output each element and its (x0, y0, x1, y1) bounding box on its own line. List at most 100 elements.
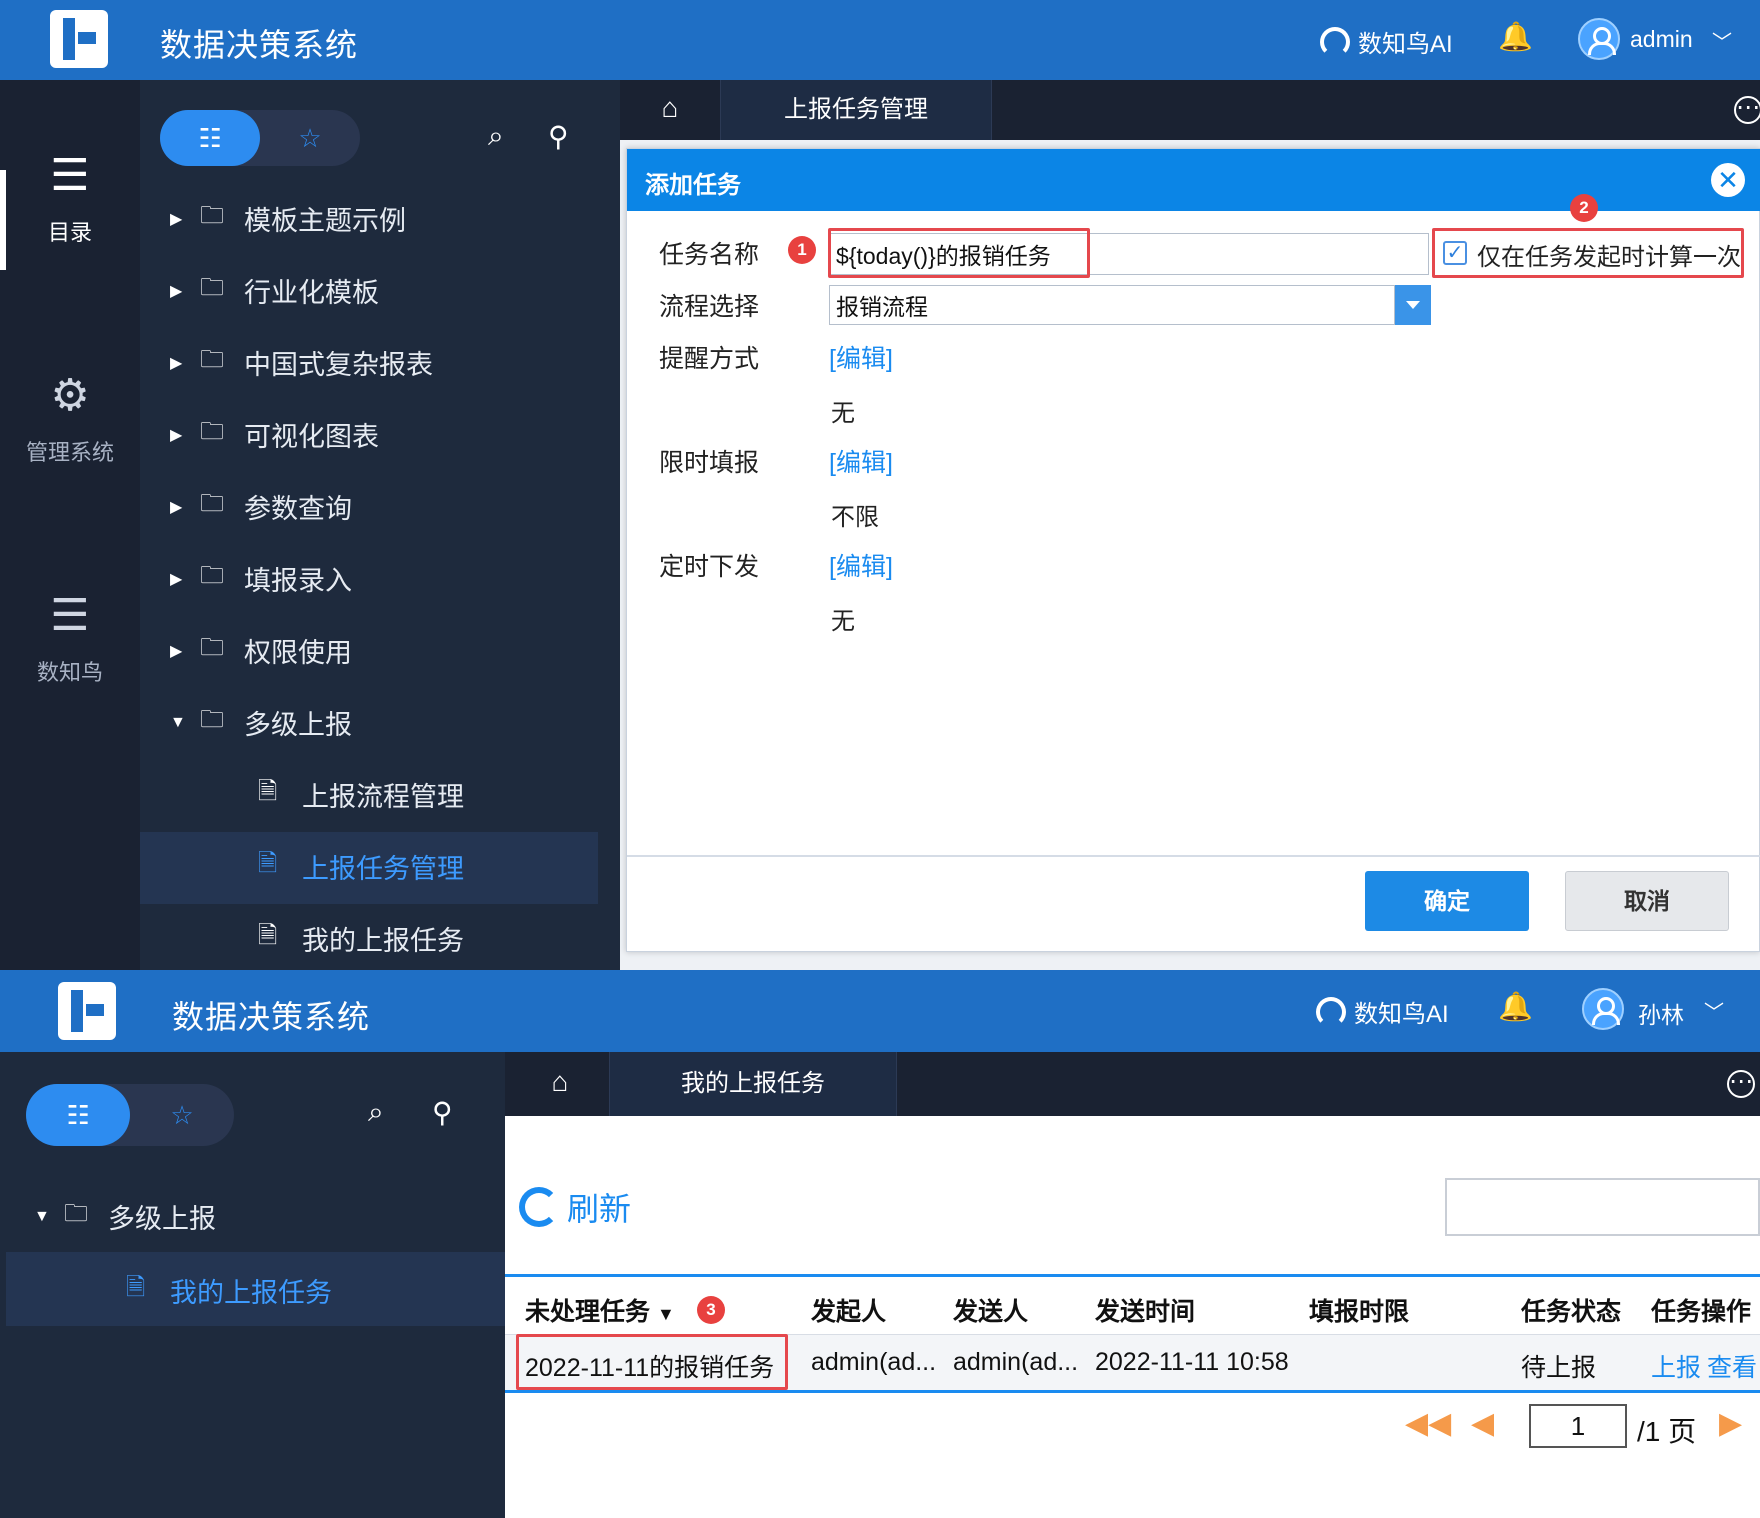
tree-node[interactable]: ▶ 🗀 行业化模板 (170, 270, 379, 311)
next-page-icon[interactable]: ▶ (1719, 1406, 1742, 1441)
document-icon: 🗎 (126, 1274, 146, 1301)
search-icon[interactable]: ⌕ (488, 120, 504, 153)
chevron-down-icon[interactable]: ﹀ (1704, 996, 1724, 1025)
home-icon[interactable]: ⌂ (640, 92, 700, 124)
expand-arrow-icon: ▶ (170, 642, 183, 660)
column-header-initiator: 发起人 (811, 1298, 887, 1326)
rail-item-admin[interactable]: ⚙ 管理系统 (0, 370, 140, 467)
tree-node-label: 参数查询 (244, 494, 352, 524)
user-avatar[interactable] (1582, 988, 1624, 1030)
home-icon[interactable]: ⌂ (525, 1066, 595, 1098)
top-directory-tree: ☷ ☆ ⌕ ⚲ ▶ 🗀 模板主题示例 ▶ 🗀 行业化模板 ▶ 🗀 中国式复杂报表 ▶ 🗀 可视化… (140, 80, 620, 970)
folder-icon: 🗀 (200, 202, 224, 229)
table-top-border (505, 1274, 1760, 1277)
pin-icon[interactable]: ⚲ (432, 1096, 453, 1129)
report-link[interactable]: 上报 (1651, 1348, 1701, 1384)
tree-node[interactable]: ▶ 🗀 权限使用 (170, 630, 352, 671)
ai-label: 数知鸟AI (1358, 31, 1453, 58)
app-title: 数据决策系统 (160, 27, 359, 63)
rail-label: 目录 (47, 220, 92, 245)
confirm-button[interactable]: 确定 (1365, 871, 1529, 931)
column-header-deadline: 填报时限 (1309, 1298, 1410, 1326)
ai-assistant-button[interactable]: 数知鸟AI (1316, 994, 1449, 1029)
cell-sent-time: 2022-11-11 10:58 (1095, 1348, 1289, 1376)
bell-icon[interactable]: 🔔 (1498, 20, 1533, 53)
more-icon[interactable]: ⋯ (1734, 96, 1760, 124)
tab-report-task-mgmt[interactable]: 上报任务管理 (720, 80, 992, 140)
step-badge: 3 (697, 1296, 725, 1324)
highlight-task-name (828, 228, 1090, 278)
chevron-down-icon[interactable]: ﹀ (1712, 26, 1732, 55)
rail-item-bird[interactable]: ☰ 数知鸟 (0, 590, 140, 687)
step-badge: 2 (1570, 194, 1598, 222)
tree-node[interactable]: ▶ 🗀 参数查询 (170, 486, 352, 527)
top-icon-rail: ☰ 目录 ⚙ 管理系统 ☰ 数知鸟 (0, 80, 140, 970)
time-limit-edit-link[interactable]: [编辑] (829, 443, 893, 479)
list-mode-button[interactable]: ☷ (26, 1084, 130, 1146)
rail-item-catalog[interactable]: ☰ 目录 (0, 150, 140, 247)
tree-node[interactable]: ▶ 🗀 可视化图表 (170, 414, 379, 455)
user-name[interactable]: 孙林 (1638, 996, 1684, 1030)
tree-node[interactable]: ▶ 🗀 模板主题示例 (170, 198, 406, 239)
ai-assistant-button[interactable]: 数知鸟AI (1320, 24, 1453, 59)
tree-node[interactable]: ▶ 🗀 中国式复杂报表 (170, 342, 433, 383)
tree-node[interactable]: ▶ 🗀 填报录入 (170, 558, 352, 599)
tree-leaf-selected[interactable]: 🗎 我的上报任务 (126, 1270, 332, 1311)
timer-label: 定时下发 (659, 553, 760, 581)
folder-icon: 🗀 (64, 1200, 88, 1227)
user-name[interactable]: admin (1630, 26, 1693, 53)
timer-edit-link[interactable]: [编辑] (829, 547, 893, 583)
tab-my-report-tasks[interactable]: 我的上报任务 (609, 1052, 897, 1116)
tree-node-label: 多级上报 (108, 1204, 216, 1234)
column-header-pending-task[interactable]: 未处理任务 ▼ (525, 1292, 675, 1328)
user-avatar[interactable] (1578, 18, 1620, 60)
dropdown-arrow-icon[interactable] (1395, 285, 1431, 325)
bell-icon[interactable]: 🔔 (1498, 990, 1533, 1023)
prev-page-icon[interactable]: ◀ (1471, 1406, 1494, 1441)
top-tab-bar: ⌂ 上报任务管理 ⋯ (620, 80, 1760, 140)
document-icon: 🗎 (258, 922, 278, 949)
time-limit-value: 不限 (831, 504, 879, 531)
top-header: 数据决策系统 数知鸟AI 🔔 admin ﹀ (0, 0, 1760, 80)
cancel-button[interactable]: 取消 (1565, 871, 1729, 931)
cell-sender: admin(ad... (953, 1348, 1079, 1376)
page-total: /1 页 (1637, 1416, 1697, 1447)
refresh-button[interactable]: 刷新 (519, 1184, 631, 1230)
cell-initiator: admin(ad... (811, 1348, 937, 1376)
tree-leaf[interactable]: 🗎 上报流程管理 (258, 774, 464, 815)
tree-node-label: 多级上报 (244, 710, 352, 740)
expand-arrow-icon: ▶ (170, 426, 183, 444)
more-icon[interactable]: ⋯ (1727, 1070, 1755, 1098)
remind-edit-link[interactable]: [编辑] (829, 339, 893, 375)
view-link[interactable]: 查看 (1707, 1348, 1757, 1384)
rail-label: 管理系统 (25, 440, 114, 465)
tree-leaf-selected[interactable]: 🗎 上报任务管理 (258, 846, 464, 887)
list-mode-button[interactable]: ☷ (160, 110, 260, 166)
tree-node-label: 可视化图表 (244, 422, 379, 452)
star-icon[interactable]: ☆ (130, 1084, 234, 1146)
tree-node-multilevel[interactable]: ▼ 🗀 多级上报 (170, 702, 352, 743)
gear-icon: ⚙ (50, 371, 90, 420)
tree-node-label: 权限使用 (244, 638, 352, 668)
search-icon[interactable]: ⌕ (368, 1096, 384, 1129)
tree-leaf-label: 我的上报任务 (302, 926, 464, 956)
tree-node-multilevel[interactable]: ▼ 🗀 多级上报 (34, 1196, 216, 1237)
refresh-label: 刷新 (567, 1191, 632, 1227)
close-icon[interactable]: ✕ (1711, 163, 1745, 197)
star-icon[interactable]: ☆ (260, 110, 360, 166)
bottom-header: 数据决策系统 数知鸟AI 🔔 孙林 ﹀ (0, 970, 1760, 1052)
refresh-icon (519, 1187, 559, 1227)
page-number-input[interactable]: 1 (1529, 1404, 1627, 1448)
pin-icon[interactable]: ⚲ (548, 120, 569, 153)
folder-icon: 🗀 (200, 490, 224, 517)
folder-icon: 🗀 (200, 418, 224, 445)
expand-arrow-icon: ▶ (170, 570, 183, 588)
flow-select[interactable]: 报销流程 (829, 285, 1395, 325)
tree-leaf-label: 上报任务管理 (302, 854, 464, 884)
tree-leaf[interactable]: 🗎 我的上报任务 (258, 918, 464, 959)
first-page-icon[interactable]: ◀◀ (1405, 1406, 1451, 1441)
column-header-operations: 任务操作 (1651, 1298, 1752, 1326)
remind-label: 提醒方式 (659, 345, 760, 373)
timer-value: 无 (831, 608, 855, 635)
task-search-input[interactable] (1445, 1178, 1760, 1236)
